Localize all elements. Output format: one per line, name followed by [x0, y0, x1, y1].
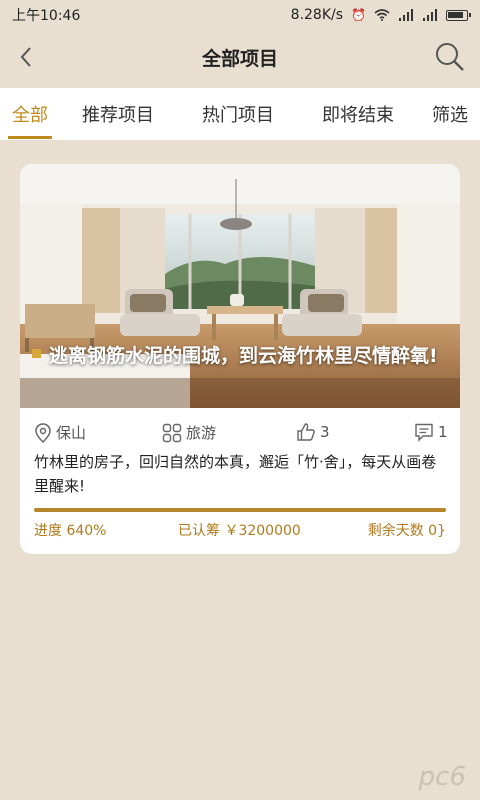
like-count: 3 — [320, 423, 330, 441]
signal-icon — [399, 9, 413, 21]
comment-count: 1 — [438, 423, 448, 441]
category-info: 旅游 — [162, 422, 216, 443]
battery-icon — [446, 9, 471, 21]
location-info: 保山 — [34, 422, 86, 443]
comment-info[interactable]: 1 — [414, 422, 448, 442]
chevron-left-icon — [20, 47, 31, 67]
tab-bar: 全部 推荐项目 热门项目 即将结束 筛选 — [0, 88, 480, 140]
progress-label: 进度 640% — [34, 523, 107, 539]
raised-amount: 已认筹 ￥3200000 — [178, 523, 301, 539]
category-text: 旅游 — [186, 424, 217, 442]
progress-bar — [34, 508, 446, 512]
project-description: 竹林里的房子，回归自然的本真，邂逅「竹·舍」，每天从画卷里醒来! — [34, 453, 437, 495]
progress-fill — [34, 508, 446, 512]
project-title: 逃离钢筋水泥的围城，到云海竹林里尽情醉氧! — [32, 342, 452, 370]
category-grid-icon — [162, 423, 182, 442]
watermark: pc6 — [418, 762, 466, 792]
tab-filter[interactable]: 筛选 — [432, 88, 468, 140]
alarm-icon: ⏰ — [351, 8, 366, 22]
project-image — [20, 164, 460, 408]
back-button[interactable] — [10, 41, 42, 73]
search-button[interactable] — [432, 39, 468, 75]
status-bar: 上午10:46 8.28K/s ⏰ — [0, 0, 480, 30]
status-icons: 8.28K/s ⏰ — [290, 7, 471, 23]
location-pin-icon — [35, 422, 51, 443]
project-card[interactable]: 逃离钢筋水泥的围城，到云海竹林里尽情醉氧! 保山 旅游 3 1 竹林里的房子，回… — [20, 164, 460, 554]
status-time: 上午10:46 — [12, 8, 81, 24]
tab-recommended[interactable]: 推荐项目 — [82, 88, 154, 140]
signal-icon-2 — [423, 9, 437, 21]
tab-all[interactable]: 全部 — [12, 88, 48, 140]
project-title-text: 逃离钢筋水泥的围城，到云海竹林里尽情醉氧! — [49, 345, 438, 367]
days-left: 剩余天数 0} — [367, 523, 446, 539]
app-header: 全部项目 — [0, 30, 480, 84]
funding-stats: 进度 640% 已认筹 ￥3200000 剩余天数 0} — [34, 520, 446, 544]
page-title: 全部项目 — [201, 47, 278, 70]
thumbs-up-icon — [297, 423, 315, 441]
wifi-icon — [374, 9, 390, 21]
title-marker-icon — [32, 349, 41, 358]
location-text: 保山 — [56, 424, 87, 442]
active-tab-indicator — [8, 136, 52, 139]
search-icon — [436, 43, 464, 71]
tab-popular[interactable]: 热门项目 — [202, 88, 274, 140]
network-speed: 8.28K/s — [290, 7, 344, 23]
comment-icon — [415, 423, 433, 442]
tab-ending-soon[interactable]: 即将结束 — [322, 88, 394, 140]
like-info[interactable]: 3 — [296, 422, 330, 442]
project-meta: 保山 旅游 3 1 — [34, 422, 448, 446]
